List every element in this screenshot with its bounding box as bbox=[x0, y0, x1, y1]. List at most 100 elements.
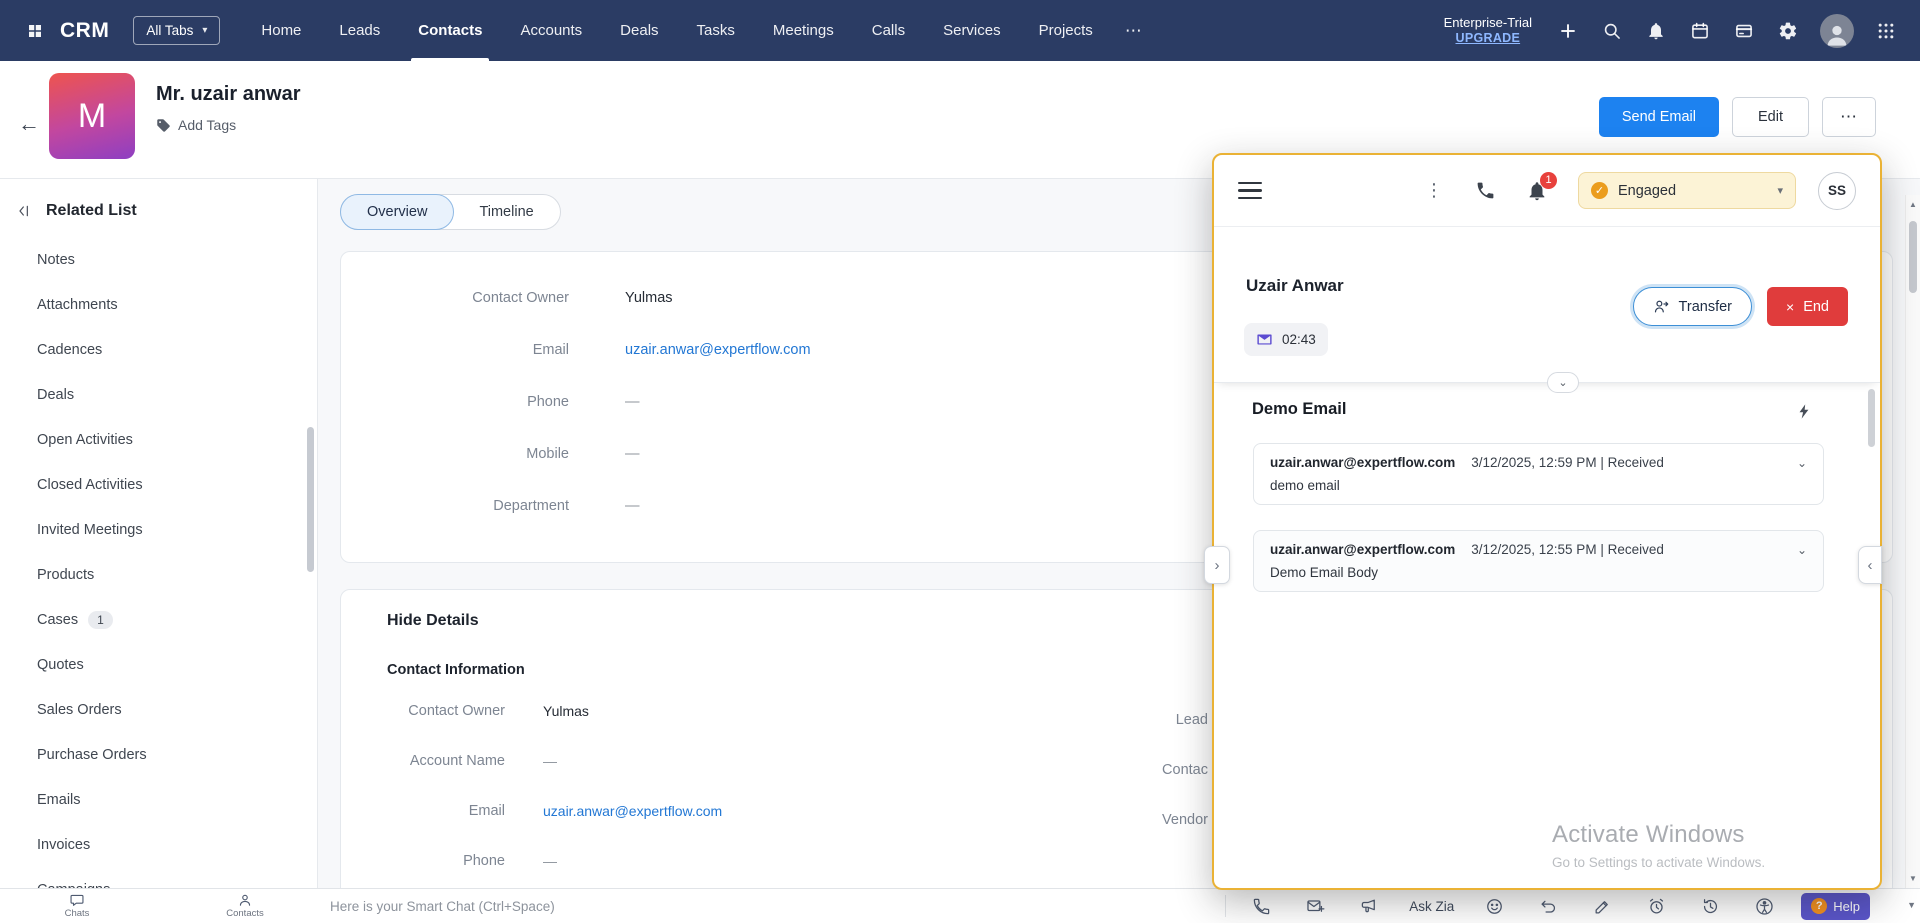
payments-terminal-icon[interactable] bbox=[1732, 19, 1756, 43]
field-value: — bbox=[543, 753, 557, 769]
sidebar-item-purchase-orders[interactable]: Purchase Orders bbox=[0, 732, 317, 777]
back-arrow-icon[interactable]: ← bbox=[12, 107, 46, 141]
nav-tab-leads[interactable]: Leads bbox=[320, 0, 399, 61]
agent-status-label: Engaged bbox=[1618, 183, 1676, 199]
contacts-dock-button[interactable]: Contacts bbox=[215, 893, 275, 919]
chats-dock-button[interactable]: Chats bbox=[47, 893, 107, 919]
expand-panel-right-icon[interactable]: › bbox=[1204, 546, 1230, 584]
notifications-bell-icon[interactable] bbox=[1644, 19, 1668, 43]
user-avatar[interactable] bbox=[1820, 14, 1854, 48]
nav-tab-projects[interactable]: Projects bbox=[1020, 0, 1112, 61]
close-icon: × bbox=[1786, 299, 1794, 315]
ask-zia-button[interactable]: Ask Zia bbox=[1396, 899, 1467, 914]
expand-panel-left-icon[interactable]: ‹ bbox=[1858, 546, 1882, 584]
sidebar-scrollbar[interactable] bbox=[307, 427, 314, 572]
tab-timeline[interactable]: Timeline bbox=[453, 194, 559, 230]
sidebar-item-label: Cases bbox=[37, 612, 78, 628]
email-from: uzair.anwar@expertflow.com bbox=[1270, 455, 1455, 470]
more-tabs-button[interactable]: ⋯ bbox=[1112, 0, 1155, 61]
alarm-clock-icon[interactable] bbox=[1629, 891, 1683, 921]
sidebar-item-attachments[interactable]: Attachments bbox=[0, 282, 317, 327]
zoho-apps-dots-icon[interactable] bbox=[1874, 19, 1898, 43]
expand-email-icon[interactable]: ⌄ bbox=[1797, 543, 1807, 557]
feedback-smiley-icon[interactable] bbox=[1467, 891, 1521, 921]
upgrade-link[interactable]: UPGRADE bbox=[1444, 31, 1532, 47]
sidebar-item-deals[interactable]: Deals bbox=[0, 372, 317, 417]
chevron-down-icon: ▾ bbox=[1777, 184, 1783, 197]
email-card-header: uzair.anwar@expertflow.com 3/12/2025, 12… bbox=[1270, 455, 1807, 470]
nav-tab-tasks[interactable]: Tasks bbox=[678, 0, 754, 61]
nav-tab-deals[interactable]: Deals bbox=[601, 0, 677, 61]
sidebar-item-open-activities[interactable]: Open Activities bbox=[0, 417, 317, 462]
nav-tab-meetings[interactable]: Meetings bbox=[754, 0, 853, 61]
tab-overview[interactable]: Overview bbox=[340, 194, 454, 230]
sidebar-item-cases[interactable]: Cases 1 bbox=[0, 597, 317, 642]
nav-tab-accounts[interactable]: Accounts bbox=[501, 0, 601, 61]
sidebar-item-quotes[interactable]: Quotes bbox=[0, 642, 317, 687]
kebab-menu-icon[interactable]: ⋮ bbox=[1417, 180, 1451, 201]
sidebar-item-closed-activities[interactable]: Closed Activities bbox=[0, 462, 317, 507]
chevron-down-icon: ▾ bbox=[202, 25, 207, 36]
all-tabs-dropdown[interactable]: All Tabs ▾ bbox=[133, 16, 220, 45]
more-actions-button[interactable]: ⋯ bbox=[1822, 97, 1876, 137]
edit-button[interactable]: Edit bbox=[1732, 97, 1809, 137]
signature-pen-icon[interactable] bbox=[1575, 891, 1629, 921]
history-icon[interactable] bbox=[1683, 891, 1737, 921]
sidebar-item-invoices[interactable]: Invoices bbox=[0, 822, 317, 867]
email-card[interactable]: uzair.anwar@expertflow.com 3/12/2025, 12… bbox=[1253, 530, 1824, 592]
expand-email-icon[interactable]: ⌄ bbox=[1797, 456, 1807, 470]
collapse-email-panel-button[interactable]: ⌄ bbox=[1547, 372, 1579, 393]
sidebar-item-products[interactable]: Products bbox=[0, 552, 317, 597]
scroll-down-icon[interactable]: ▼ bbox=[1907, 900, 1916, 910]
announcement-megaphone-icon[interactable] bbox=[1342, 891, 1396, 921]
end-call-button[interactable]: × End bbox=[1767, 287, 1848, 326]
agent-avatar[interactable]: SS bbox=[1818, 172, 1856, 210]
nav-tab-services[interactable]: Services bbox=[924, 0, 1020, 61]
quick-create-plus-icon[interactable] bbox=[1556, 19, 1580, 43]
bottom-right-tools: Ask Zia ? Help bbox=[1217, 891, 1870, 921]
calendar-icon[interactable] bbox=[1688, 19, 1712, 43]
sidebar-item-emails[interactable]: Emails bbox=[0, 777, 317, 822]
nav-tab-home[interactable]: Home bbox=[242, 0, 320, 61]
sidebar-item-cadences[interactable]: Cadences bbox=[0, 327, 317, 372]
page-title: Mr. uzair anwar bbox=[156, 83, 301, 106]
settings-gear-icon[interactable] bbox=[1776, 19, 1800, 43]
all-tabs-label: All Tabs bbox=[146, 23, 193, 38]
menu-hamburger-icon[interactable] bbox=[1238, 182, 1262, 200]
scrollbar-thumb[interactable] bbox=[1909, 221, 1917, 293]
collapse-panel-icon[interactable] bbox=[14, 201, 34, 221]
add-tags-button[interactable]: Add Tags bbox=[156, 117, 236, 133]
email-link[interactable]: uzair.anwar@expertflow.com bbox=[543, 803, 722, 819]
field-label-lead: Lead bbox=[1008, 712, 1208, 728]
help-button[interactable]: ? Help bbox=[1801, 893, 1870, 920]
sidebar-item-sales-orders[interactable]: Sales Orders bbox=[0, 687, 317, 732]
nav-tab-calls[interactable]: Calls bbox=[853, 0, 924, 61]
sidebar-item-campaigns[interactable]: Campaigns bbox=[0, 867, 317, 888]
contact-avatar[interactable]: M bbox=[49, 73, 135, 159]
end-label: End bbox=[1803, 299, 1829, 315]
scroll-up-icon[interactable]: ▲ bbox=[1906, 200, 1920, 209]
sidebar-item-invited-meetings[interactable]: Invited Meetings bbox=[0, 507, 317, 552]
email-body: Demo Email Body bbox=[1270, 565, 1807, 580]
email-card[interactable]: uzair.anwar@expertflow.com 3/12/2025, 12… bbox=[1253, 443, 1824, 505]
phone-icon[interactable] bbox=[1234, 891, 1288, 921]
agent-status-dropdown[interactable]: ✓ Engaged ▾ bbox=[1578, 172, 1796, 209]
email-link[interactable]: uzair.anwar@expertflow.com bbox=[625, 342, 811, 358]
nav-tab-contacts[interactable]: Contacts bbox=[399, 0, 501, 61]
search-icon[interactable] bbox=[1600, 19, 1624, 43]
send-email-button[interactable]: Send Email bbox=[1599, 97, 1719, 137]
accessibility-icon[interactable] bbox=[1737, 891, 1791, 921]
sidebar-item-notes[interactable]: Notes bbox=[0, 237, 317, 282]
undo-loop-icon[interactable] bbox=[1521, 891, 1575, 921]
transfer-call-button[interactable]: Transfer bbox=[1633, 287, 1752, 326]
apps-grid-icon[interactable] bbox=[22, 18, 48, 44]
quick-actions-bolt-icon[interactable] bbox=[1786, 393, 1822, 429]
widget-notifications-icon[interactable]: 1 bbox=[1526, 180, 1548, 202]
email-insights-icon[interactable] bbox=[1288, 891, 1342, 921]
dialer-phone-icon[interactable] bbox=[1475, 180, 1496, 201]
page-scrollbar[interactable]: ▲ ▼ bbox=[1905, 195, 1920, 888]
scroll-down-icon[interactable]: ▼ bbox=[1906, 874, 1920, 883]
smart-chat-input[interactable] bbox=[330, 889, 1010, 923]
crm-logo[interactable]: CRM bbox=[60, 19, 109, 43]
widget-scrollbar[interactable] bbox=[1868, 389, 1875, 447]
